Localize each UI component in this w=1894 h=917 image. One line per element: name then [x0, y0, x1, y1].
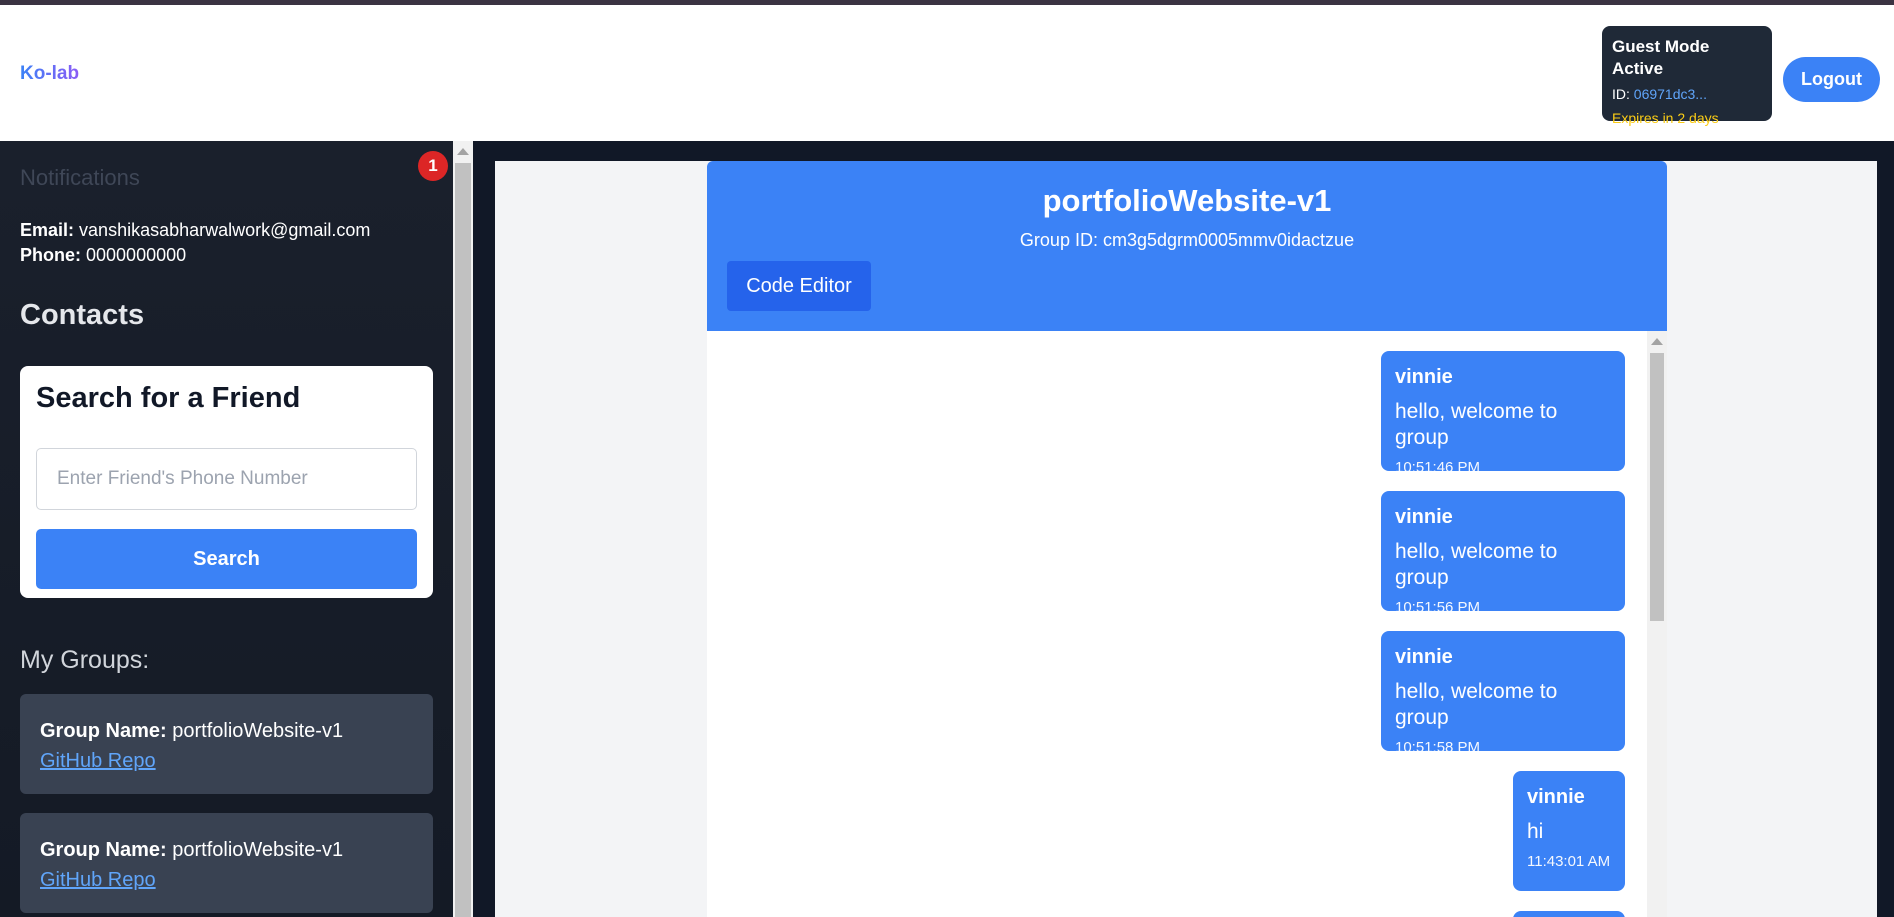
message-sender: vinnie — [1395, 506, 1453, 528]
search-friend-card: Search for a Friend Search — [20, 366, 433, 598]
search-button[interactable]: Search — [36, 529, 417, 589]
message-text: hello, welcome to group — [1395, 400, 1558, 449]
chat-message: vinnie hello, welcome to group 10:51:58 … — [1381, 631, 1625, 756]
group-name-row: Group Name: portfolioWebsite-v1 — [40, 835, 413, 865]
guest-id-label: ID: — [1612, 86, 1630, 102]
email-row: Email: vanshikasabharwalwork@gmail.com — [20, 218, 370, 243]
group-name-value: portfolioWebsite-v1 — [172, 839, 344, 861]
chat-scrollbar-thumb[interactable] — [1650, 353, 1664, 621]
app-header: Ko-lab Guest Mode Active ID: 06971dc3...… — [0, 5, 1894, 141]
guest-id-value: 06971dc3... — [1633, 86, 1707, 102]
message-time: 10:51:56 PM — [1395, 599, 1481, 616]
sidebar-scrollbar-thumb[interactable] — [455, 163, 471, 917]
chat-message: vinnie hi 11:43:01 AM — [1513, 771, 1625, 891]
phone-label: Phone: — [20, 245, 81, 265]
chat-scrollbar[interactable] — [1647, 331, 1667, 917]
group-card[interactable]: Group Name: portfolioWebsite-v1 GitHub R… — [20, 694, 433, 794]
user-info: Email: vanshikasabharwalwork@gmail.com P… — [20, 218, 370, 268]
friend-phone-input[interactable] — [36, 448, 417, 510]
contacts-heading: Contacts — [20, 299, 145, 331]
group-name-value: portfolioWebsite-v1 — [172, 720, 344, 742]
message-time: 10:51:46 PM — [1395, 459, 1481, 476]
guest-id-line: ID: 06971dc3... — [1612, 85, 1762, 103]
chat-message-partial — [1513, 911, 1625, 917]
message-sender: vinnie — [1395, 366, 1453, 388]
code-editor-button[interactable]: Code Editor — [727, 261, 871, 311]
github-repo-link[interactable]: GitHub Repo — [40, 746, 413, 776]
message-time: 11:43:01 AM — [1527, 853, 1611, 870]
notifications-heading[interactable]: Notifications — [20, 165, 140, 191]
github-repo-link[interactable]: GitHub Repo — [40, 865, 413, 895]
scroll-up-arrow-icon[interactable] — [457, 148, 469, 155]
message-text: hello, welcome to group — [1395, 540, 1558, 589]
chat-header: portfolioWebsite-v1 Group ID: cm3g5dgrm0… — [707, 161, 1667, 331]
chat-group-id: Group ID: cm3g5dgrm0005mmv0idactzue — [1019, 230, 1355, 250]
notification-badge[interactable]: 1 — [418, 151, 448, 181]
message-time: 10:51:58 PM — [1395, 739, 1481, 756]
scroll-up-arrow-icon[interactable] — [1651, 338, 1663, 345]
group-name-label: Group Name: — [40, 720, 167, 742]
email-label: Email: — [20, 220, 75, 240]
chat-messages[interactable]: vinnie hello, welcome to group 10:51:46 … — [707, 331, 1667, 917]
message-text: hello, welcome to group — [1395, 680, 1558, 729]
email-value: vanshikasabharwalwork@gmail.com — [79, 220, 371, 240]
search-friend-title: Search for a Friend — [36, 382, 301, 414]
sidebar-scrollbar[interactable] — [453, 141, 473, 917]
guest-mode-title: Guest Mode Active — [1612, 37, 1710, 78]
chat-message: vinnie hello, welcome to group 10:51:46 … — [1381, 351, 1625, 476]
guest-mode-panel: Guest Mode Active ID: 06971dc3... Expire… — [1602, 26, 1772, 126]
group-name-label: Group Name: — [40, 839, 167, 861]
phone-row: Phone: 0000000000 — [20, 243, 370, 268]
sidebar: Notifications 1 Email: vanshikasabharwal… — [0, 141, 453, 917]
message-sender: vinnie — [1395, 646, 1453, 668]
my-groups-heading: My Groups: — [20, 646, 150, 674]
guest-expiry: Expires in 2 days — [1612, 110, 1719, 126]
logout-button[interactable]: Logout — [1783, 57, 1880, 102]
message-sender: vinnie — [1527, 786, 1585, 808]
chat-group-name: portfolioWebsite-v1 — [1042, 183, 1332, 218]
phone-value: 0000000000 — [86, 245, 187, 265]
app-logo[interactable]: Ko-lab — [20, 63, 79, 85]
group-card[interactable]: Group Name: portfolioWebsite-v1 GitHub R… — [20, 813, 433, 913]
chat-message: vinnie hello, welcome to group 10:51:56 … — [1381, 491, 1625, 616]
group-name-row: Group Name: portfolioWebsite-v1 — [40, 716, 413, 746]
message-text: hi — [1527, 820, 1544, 843]
